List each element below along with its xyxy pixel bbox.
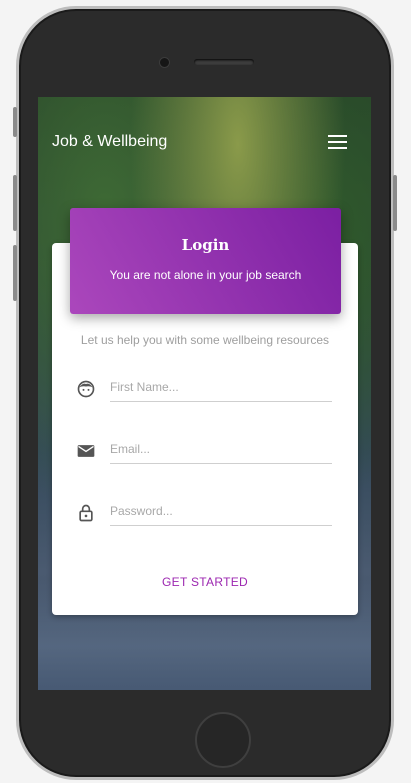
hamburger-menu-icon[interactable] — [328, 135, 347, 149]
first-name-input[interactable] — [110, 373, 332, 402]
login-title: Login — [181, 236, 230, 254]
app-bar: Job & Wellbeing — [38, 125, 371, 165]
front-camera — [159, 57, 170, 68]
tagline: Let us help you with some wellbeing reso… — [80, 333, 330, 347]
mail-icon — [77, 445, 95, 457]
mute-switch — [13, 107, 17, 137]
home-button[interactable] — [195, 712, 251, 768]
first-name-field — [76, 373, 334, 403]
screen: Job & Wellbeing Login You are not alone … — [38, 97, 371, 690]
volume-up-button — [13, 175, 17, 231]
email-field — [76, 435, 334, 465]
app-title: Job & Wellbeing — [52, 133, 168, 150]
power-button — [393, 175, 397, 231]
get-started-button[interactable]: GET STARTED — [52, 575, 358, 589]
login-header: Login You are not alone in your job sear… — [70, 208, 341, 314]
face-icon — [77, 380, 95, 398]
volume-down-button — [13, 245, 17, 301]
password-input[interactable] — [110, 497, 332, 526]
email-input[interactable] — [110, 435, 332, 464]
login-subtitle: You are not alone in your job search — [109, 268, 302, 282]
lock-icon — [79, 504, 93, 522]
password-field — [76, 497, 334, 527]
earpiece-speaker — [194, 59, 254, 65]
